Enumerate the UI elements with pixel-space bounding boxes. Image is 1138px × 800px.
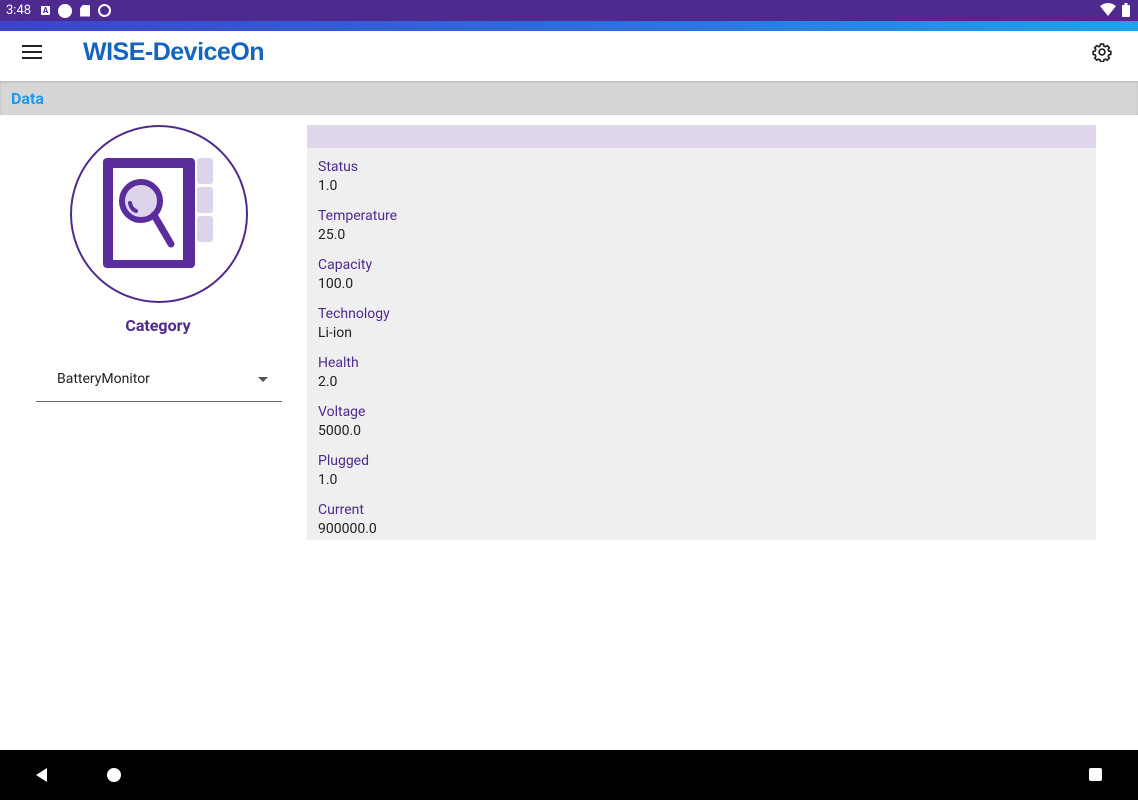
category-icon-circle [70, 125, 248, 303]
app-screen: 3:48 A WISE-DeviceOn Data Category Batte… [0, 0, 1138, 800]
brand-logo: WISE-DeviceOn [83, 38, 265, 66]
sd-card-icon [80, 4, 91, 17]
category-dropdown[interactable]: BatteryMonitor [36, 360, 282, 402]
navigation-bar [0, 750, 1138, 800]
data-row-value: 25.0 [318, 227, 346, 243]
home-icon[interactable] [107, 768, 121, 782]
accent-strip [0, 21, 1138, 31]
hamburger-menu-icon[interactable] [22, 45, 42, 61]
back-icon[interactable] [36, 768, 47, 782]
data-row-current[interactable]: Current 900000.0 [307, 491, 1096, 540]
data-row-label: Health [318, 355, 359, 371]
data-row-value: Li-ion [318, 325, 352, 341]
section-title: Data [11, 89, 44, 108]
data-row-value: 1.0 [318, 178, 338, 194]
data-row-label: Capacity [318, 257, 373, 273]
data-row-label: Status [318, 159, 359, 175]
data-row-status[interactable]: Status 1.0 [307, 148, 1096, 197]
status-bar: 3:48 A [0, 0, 1138, 21]
data-list: Status 1.0 Temperature 25.0 Capacity 100.0 Tec… [307, 125, 1096, 540]
recent-apps-icon[interactable] [1089, 768, 1102, 781]
data-row-label: Plugged [318, 453, 369, 469]
data-row-voltage[interactable]: Voltage 5000.0 [307, 393, 1096, 442]
data-row-plugged[interactable]: Plugged 1.0 [307, 442, 1096, 491]
category-selected-value: BatteryMonitor [57, 371, 150, 387]
data-row-technology[interactable]: Technology Li-ion [307, 295, 1096, 344]
data-row-label: Temperature [318, 208, 398, 224]
dropdown-arrow-icon [258, 377, 268, 382]
section-header: Data [0, 81, 1138, 115]
data-row-label: Current [318, 502, 364, 518]
data-row-value: 2.0 [318, 374, 338, 390]
status-time: 3:48 [6, 3, 32, 18]
data-row-value: 900000.0 [318, 521, 377, 537]
data-row-capacity[interactable]: Capacity 100.0 [307, 246, 1096, 295]
circle-icon [58, 3, 73, 18]
magnifier-document-icon [103, 158, 213, 268]
data-row-value: 100.0 [318, 276, 354, 292]
data-row-label: Technology [318, 306, 390, 322]
data-row-health[interactable]: Health 2.0 [307, 344, 1096, 393]
gear-icon[interactable] [1092, 42, 1112, 62]
app-bar: WISE-DeviceOn [0, 31, 1138, 81]
sync-icon [98, 4, 112, 17]
data-row-label: Voltage [318, 404, 366, 420]
wifi-icon [1100, 3, 1116, 16]
battery-icon [1122, 3, 1130, 17]
data-row-temperature[interactable]: Temperature 25.0 [307, 197, 1096, 246]
data-row-value: 5000.0 [318, 423, 362, 439]
category-title: Category [125, 316, 191, 335]
status-right-icons [1100, 3, 1130, 17]
data-row-value: 1.0 [318, 472, 338, 488]
keyboard-a-icon: A [41, 6, 51, 15]
data-list-header [307, 125, 1096, 148]
